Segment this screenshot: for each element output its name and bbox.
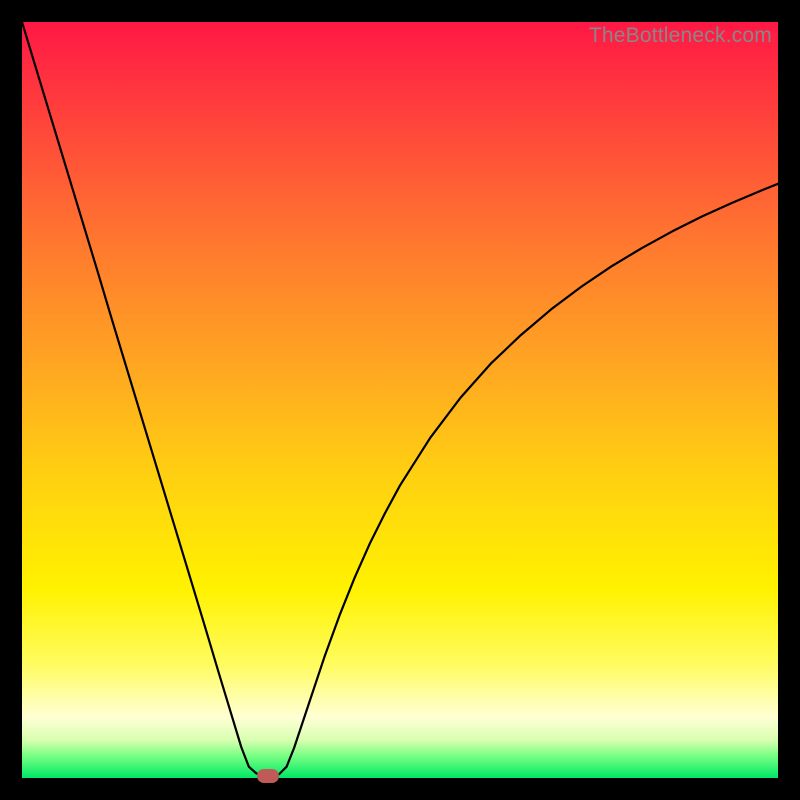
bottleneck-curve [22, 22, 778, 778]
minimum-marker-icon [257, 769, 279, 783]
chart-frame: TheBottleneck.com [0, 0, 800, 800]
chart-plot-area: TheBottleneck.com [22, 22, 778, 778]
